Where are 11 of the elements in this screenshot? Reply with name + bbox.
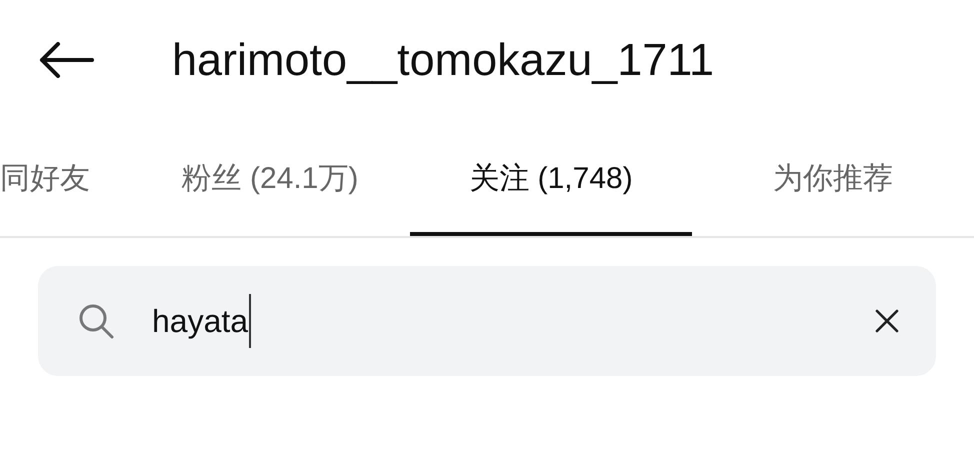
tab[interactable]: 关注 (1,748): [410, 120, 692, 236]
text-cursor: [249, 294, 252, 348]
tab[interactable]: 粉丝 (24.1万): [130, 120, 410, 236]
tab[interactable]: 为你推荐: [692, 120, 974, 236]
search-field[interactable]: hayata: [38, 266, 936, 376]
tab[interactable]: 同好友: [0, 120, 130, 236]
clear-icon[interactable]: [874, 308, 900, 334]
back-arrow-icon[interactable]: [38, 42, 94, 78]
search-text: hayata: [152, 302, 248, 340]
search-icon: [78, 303, 114, 339]
username-title: harimoto__tomokazu_1711: [172, 34, 714, 86]
